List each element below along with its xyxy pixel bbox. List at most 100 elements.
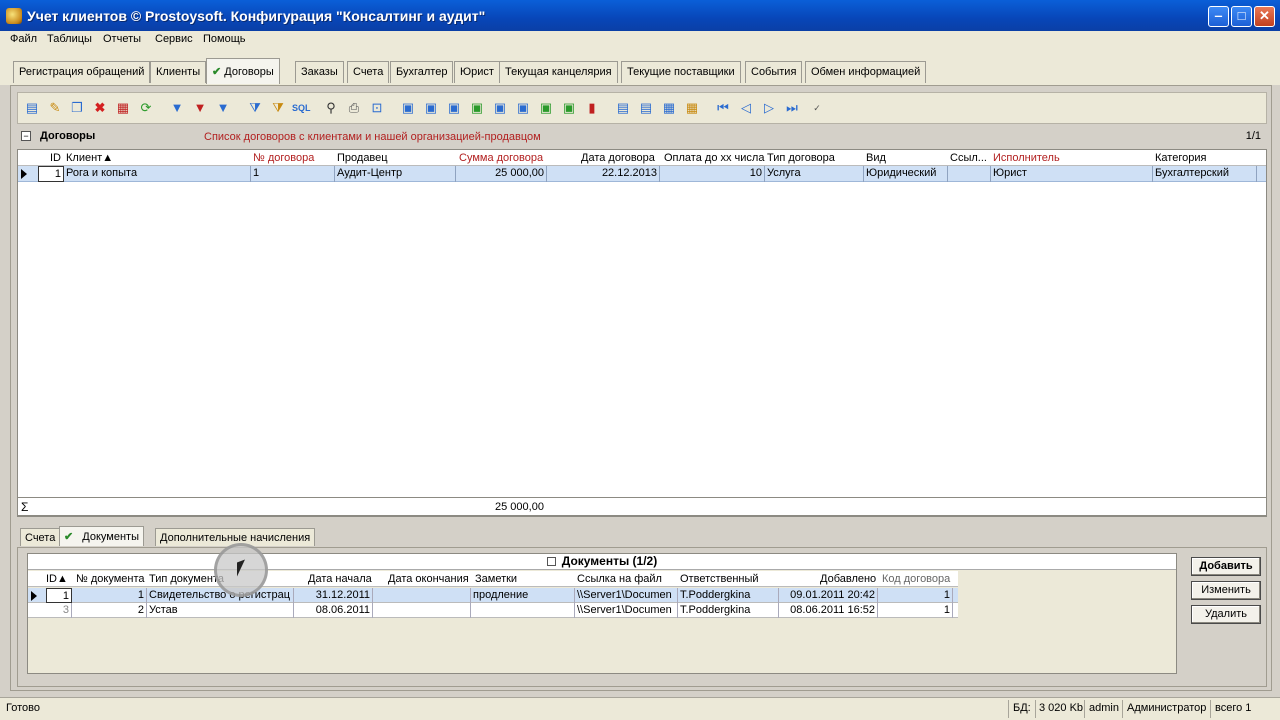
tab-registration[interactable]: Регистрация обращений: [13, 61, 151, 83]
export-doc-icon[interactable]: ▣: [422, 99, 440, 117]
delete-all-icon[interactable]: ▦: [114, 99, 132, 117]
doc-cell-notes[interactable]: [471, 603, 575, 618]
new-record-icon[interactable]: ▤: [23, 99, 41, 117]
copy-icon[interactable]: ❐: [68, 99, 86, 117]
tab-clients[interactable]: Клиенты: [150, 61, 207, 83]
tab-events[interactable]: События: [745, 61, 803, 83]
menu-reports[interactable]: Отчеты: [103, 33, 141, 45]
close-button[interactable]: ✕: [1254, 6, 1275, 27]
doc-col-number[interactable]: № документа: [76, 573, 145, 585]
tab-invoices[interactable]: Счета: [347, 61, 390, 83]
doc-cell-contract[interactable]: 1: [878, 603, 953, 618]
table-row[interactable]: 1 Рога и копыта 1 Аудит-Центр 25 000,00 …: [18, 166, 1266, 182]
col-number[interactable]: № договора: [253, 152, 314, 164]
col-id[interactable]: ID: [50, 152, 61, 164]
export-icon-6[interactable]: ▣: [514, 99, 532, 117]
export-icon-7[interactable]: ▣: [537, 99, 555, 117]
filter-icon[interactable]: ▼: [168, 99, 186, 117]
doc-cell-end[interactable]: [373, 603, 471, 618]
cell-link[interactable]: [948, 166, 991, 182]
col-client[interactable]: Клиент▲: [66, 152, 113, 164]
delete-button[interactable]: Удалить: [1191, 605, 1261, 624]
refresh-icon[interactable]: ⟳: [137, 99, 155, 117]
tab-office[interactable]: Текущая канцелярия: [499, 61, 618, 83]
cell-id[interactable]: 1: [38, 166, 64, 182]
export-word-icon[interactable]: ▣: [399, 99, 417, 117]
export-excel-icon[interactable]: ▣: [468, 99, 486, 117]
doc-cell-file[interactable]: \\Server1\Documen: [575, 588, 678, 603]
export-icon-8[interactable]: ▣: [560, 99, 578, 117]
doc-cell-notes[interactable]: продление: [471, 588, 575, 603]
doc-cell-number[interactable]: 2: [72, 603, 147, 618]
doc-cell-id[interactable]: 1: [46, 588, 72, 603]
add-button[interactable]: Добавить: [1191, 557, 1261, 576]
doc-col-contract[interactable]: Код договора: [882, 573, 950, 585]
col-date[interactable]: Дата договора: [581, 152, 655, 164]
subtab-documents[interactable]: ✔ Документы: [59, 526, 144, 546]
tab-lawyer[interactable]: Юрист: [454, 61, 500, 83]
cell-type[interactable]: Услуга: [765, 166, 864, 182]
col-category[interactable]: Категория: [1155, 152, 1206, 164]
contracts-grid[interactable]: ID Клиент▲ № договора Продавец Сумма дог…: [17, 149, 1267, 517]
next-record-icon[interactable]: ▷: [760, 99, 778, 117]
cell-sum[interactable]: 25 000,00: [456, 166, 547, 182]
doc-cell-type[interactable]: Устав: [147, 603, 294, 618]
export-icon-5[interactable]: ▣: [491, 99, 509, 117]
cell-client[interactable]: Рога и копыта: [64, 166, 251, 182]
doc-cell-added[interactable]: 09.01.2011 20:42: [779, 588, 878, 603]
preview-icon[interactable]: ⊡: [368, 99, 386, 117]
menu-service[interactable]: Сервис: [155, 33, 193, 45]
doc-icon-1[interactable]: ▤: [614, 99, 632, 117]
doc-col-added[interactable]: Добавлено: [820, 573, 876, 585]
doc-col-end[interactable]: Дата окончания: [388, 573, 469, 585]
menu-help[interactable]: Помощь: [203, 33, 246, 45]
doc-col-id[interactable]: ID▲: [46, 573, 68, 585]
cell-date[interactable]: 22.12.2013: [547, 166, 660, 182]
cell-seller[interactable]: Аудит-Центр: [335, 166, 456, 182]
settings-table-icon[interactable]: ▦: [683, 99, 701, 117]
doc-cell-number[interactable]: 1: [72, 588, 147, 603]
collapse-icon[interactable]: −: [21, 131, 31, 141]
filter-remove-icon[interactable]: ▼: [191, 99, 209, 117]
edit-icon[interactable]: ✎: [46, 99, 64, 117]
col-kind[interactable]: Вид: [866, 152, 886, 164]
spell-icon[interactable]: ✓: [808, 99, 826, 117]
doc-cell-end[interactable]: [373, 588, 471, 603]
print-icon[interactable]: ⎙: [345, 99, 363, 117]
doc-col-file[interactable]: Ссылка на файл: [577, 573, 662, 585]
col-link[interactable]: Ссыл...: [950, 152, 987, 164]
cell-kind[interactable]: Юридический: [864, 166, 948, 182]
cell-executor[interactable]: Юрист: [991, 166, 1153, 182]
col-seller[interactable]: Продавец: [337, 152, 388, 164]
col-sum[interactable]: Сумма договора: [459, 152, 543, 164]
tab-exchange[interactable]: Обмен информацией: [805, 61, 927, 83]
chart-icon[interactable]: ▮: [583, 99, 601, 117]
first-record-icon[interactable]: ⏮: [714, 99, 732, 117]
doc-col-notes[interactable]: Заметки: [475, 573, 517, 585]
col-type[interactable]: Тип договора: [767, 152, 835, 164]
minimize-button[interactable]: ‒: [1208, 6, 1229, 27]
prev-record-icon[interactable]: ◁: [737, 99, 755, 117]
sql-icon[interactable]: SQL: [292, 99, 311, 117]
doc-cell-contract[interactable]: 1: [878, 588, 953, 603]
group-filter-icon[interactable]: ⧩: [269, 99, 287, 117]
tab-suppliers[interactable]: Текущие поставщики: [621, 61, 741, 83]
tab-contracts[interactable]: ✔ Договоры: [206, 58, 280, 84]
cell-number[interactable]: 1: [251, 166, 335, 182]
doc-cell-start[interactable]: 31.12.2011: [294, 588, 373, 603]
doc-cell-type[interactable]: Свидетельство о регистрац: [147, 588, 294, 603]
cell-category[interactable]: Бухгалтерский: [1153, 166, 1257, 182]
delete-icon[interactable]: ✖: [91, 99, 109, 117]
tab-accountant[interactable]: Бухгалтер: [390, 61, 454, 83]
doc-cell-owner[interactable]: T.Poddergkina: [678, 603, 779, 618]
table-icon[interactable]: ▦: [660, 99, 678, 117]
find-icon[interactable]: ⚲: [322, 99, 340, 117]
col-pay-day[interactable]: Оплата до хх числа: [664, 152, 764, 164]
advanced-filter-icon[interactable]: ⧩: [246, 99, 264, 117]
cell-pay-day[interactable]: 10: [660, 166, 765, 182]
filter-clear-icon[interactable]: ▼: [214, 99, 232, 117]
doc-cell-start[interactable]: 08.06.2011: [294, 603, 373, 618]
doc-cell-added[interactable]: 08.06.2011 16:52: [779, 603, 878, 618]
menu-file[interactable]: Файл: [10, 33, 37, 45]
subtab-invoices[interactable]: Счета: [20, 528, 61, 546]
